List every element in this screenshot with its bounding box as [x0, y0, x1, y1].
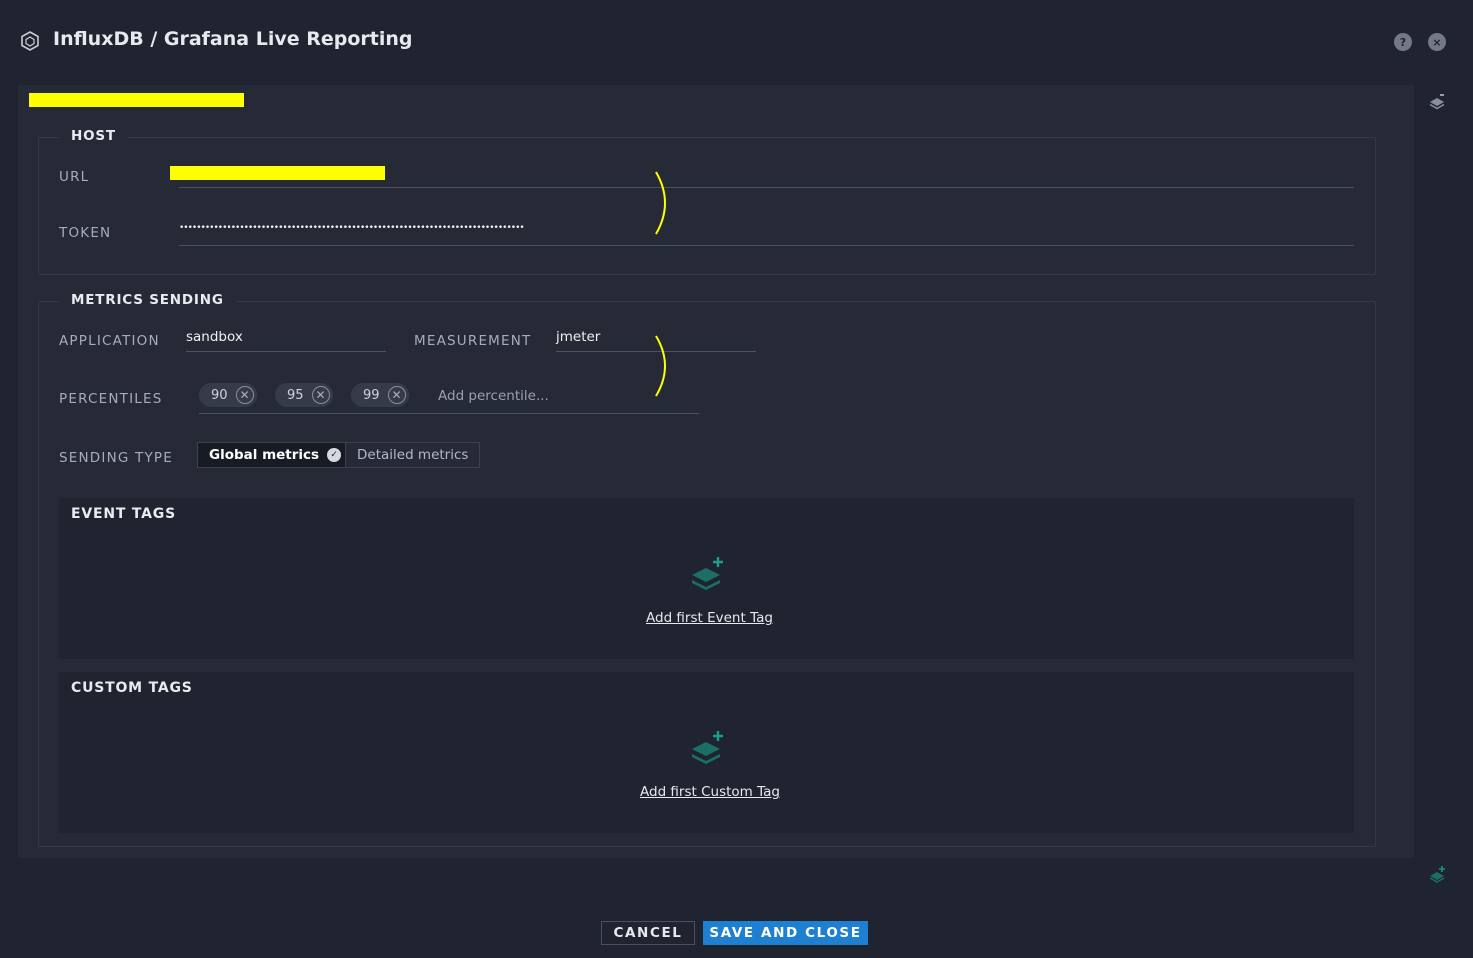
help-icon: ?: [1399, 35, 1407, 49]
percentile-chip-90: 90 ✕: [199, 383, 257, 407]
help-button[interactable]: ?: [1394, 33, 1412, 51]
annotation-bracket: [655, 171, 666, 235]
percentile-chip-95: 95 ✕: [275, 383, 333, 407]
check-circle-icon: ✓: [327, 448, 342, 462]
percentile-chip-label: 99: [363, 387, 380, 403]
redacted-name-field: [29, 93, 244, 107]
close-button[interactable]: ×: [1428, 33, 1446, 51]
host-fieldset: [38, 137, 1376, 275]
window-title: InfluxDB / Grafana Live Reporting: [53, 28, 413, 50]
cancel-button[interactable]: CANCEL: [601, 921, 695, 945]
measurement-value: jmeter: [556, 329, 601, 345]
detailed-metrics-button[interactable]: Detailed metrics: [345, 442, 481, 468]
measurement-label: MEASUREMENT: [414, 333, 532, 349]
global-metrics-label: Global metrics: [209, 447, 320, 463]
global-metrics-button[interactable]: Global metrics ✓: [197, 442, 354, 468]
remove-chip-icon[interactable]: ✕: [235, 386, 254, 404]
metrics-legend: METRICS SENDING: [59, 292, 236, 308]
host-legend: HOST: [59, 128, 128, 144]
token-value: ••••••••••••••••••••••••••••••••••••••••…: [179, 223, 525, 233]
redacted-url-value: [170, 166, 385, 180]
add-layers-icon[interactable]: [688, 556, 726, 592]
remove-chip-icon[interactable]: ✕: [387, 386, 406, 404]
layers-icon[interactable]: [1428, 92, 1446, 110]
add-first-event-tag-link[interactable]: Add first Event Tag: [646, 610, 773, 626]
add-layers-icon[interactable]: [1428, 865, 1446, 883]
percentile-chip-label: 95: [287, 387, 304, 403]
token-label: TOKEN: [59, 225, 112, 241]
add-percentile-placeholder[interactable]: Add percentile...: [438, 388, 549, 404]
application-input[interactable]: sandbox: [186, 326, 386, 352]
add-first-custom-tag-link[interactable]: Add first Custom Tag: [640, 784, 780, 800]
percentile-chip-label: 90: [211, 387, 228, 403]
percentiles-label: PERCENTILES: [59, 391, 163, 407]
application-label: APPLICATION: [59, 333, 160, 349]
event-tags-title: EVENT TAGS: [71, 506, 176, 522]
save-and-close-button[interactable]: SAVE AND CLOSE: [703, 921, 868, 945]
add-layers-icon[interactable]: [688, 730, 726, 766]
detailed-metrics-label: Detailed metrics: [357, 447, 469, 463]
percentile-chip-99: 99 ✕: [351, 383, 409, 407]
url-label: URL: [59, 169, 90, 185]
application-value: sandbox: [186, 329, 243, 345]
close-icon: ×: [1432, 35, 1442, 49]
hexagon-logo-icon: [21, 31, 39, 51]
custom-tags-title: CUSTOM TAGS: [71, 680, 193, 696]
sending-type-label: SENDING TYPE: [59, 450, 173, 466]
remove-chip-icon[interactable]: ✕: [311, 386, 330, 404]
